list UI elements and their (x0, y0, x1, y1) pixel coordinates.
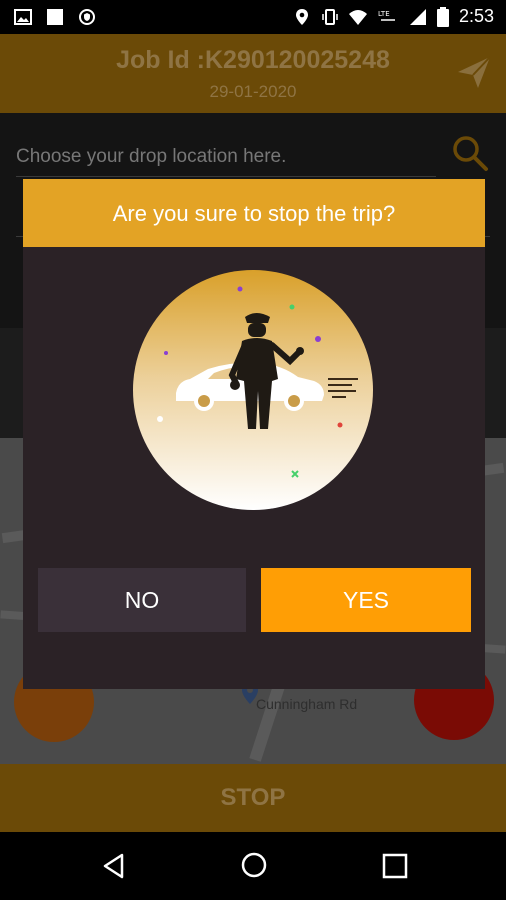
search-icon[interactable] (450, 133, 490, 173)
stop-button[interactable]: STOP (0, 764, 506, 832)
image-icon (14, 9, 32, 25)
map-street-label: Cunningham Rd (256, 696, 358, 712)
signal-icon (409, 8, 426, 25)
send-icon[interactable] (456, 54, 492, 90)
job-date: 29-01-2020 (209, 82, 297, 101)
wifi-icon (348, 9, 367, 25)
shield-icon (79, 9, 95, 25)
dialog-title: Are you sure to stop the trip? (23, 179, 485, 247)
driver-car-illustration (133, 270, 373, 510)
home-icon[interactable] (240, 851, 268, 879)
app-header: Job Id :K290120025248 29-01-2020 (0, 34, 506, 113)
square-notification-icon (47, 9, 63, 25)
location-icon (295, 8, 308, 25)
back-icon[interactable] (100, 852, 128, 880)
status-time: 2:53 (458, 6, 494, 26)
status-bar: LTE 2:53 (0, 0, 506, 34)
battery-icon (436, 6, 449, 27)
svg-text:LTE: LTE (378, 10, 390, 18)
no-button[interactable]: NO (38, 568, 246, 632)
drop-location-input[interactable]: Choose your drop location here. (16, 137, 436, 177)
vibrate-icon (322, 8, 338, 25)
lte-icon: LTE (378, 10, 395, 21)
recent-apps-icon[interactable] (382, 853, 408, 879)
job-id-title: Job Id :K290120025248 (116, 46, 390, 74)
navigation-bar (0, 832, 506, 900)
yes-button[interactable]: YES (261, 568, 471, 632)
stop-trip-dialog: Are you sure to stop the trip? NO YES (23, 179, 485, 689)
